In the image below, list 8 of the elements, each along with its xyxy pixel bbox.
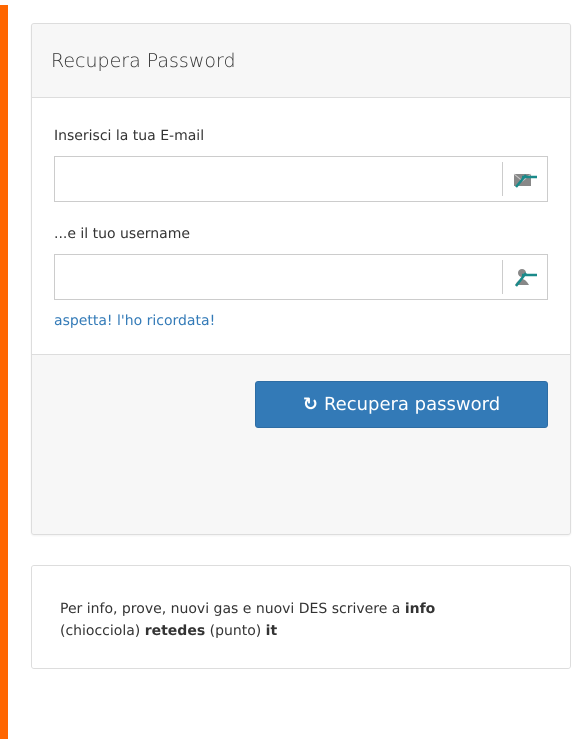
- back-link[interactable]: aspetta! l'ho ricordata!: [54, 313, 216, 329]
- recover-password-button[interactable]: ↻ Recupera password: [255, 381, 548, 428]
- field-label: ...e il tuo username: [54, 226, 192, 242]
- user-input-field[interactable]: [54, 254, 548, 300]
- user-icon: [512, 267, 538, 287]
- info-text: Per info, prove, nuovi gas e nuovi DES scrivere a info (chiocciola) retedes (punto) it: [60, 600, 436, 641]
- email-input-field[interactable]: [54, 156, 548, 202]
- field-label: Inserisci la tua E-mail: [54, 128, 206, 144]
